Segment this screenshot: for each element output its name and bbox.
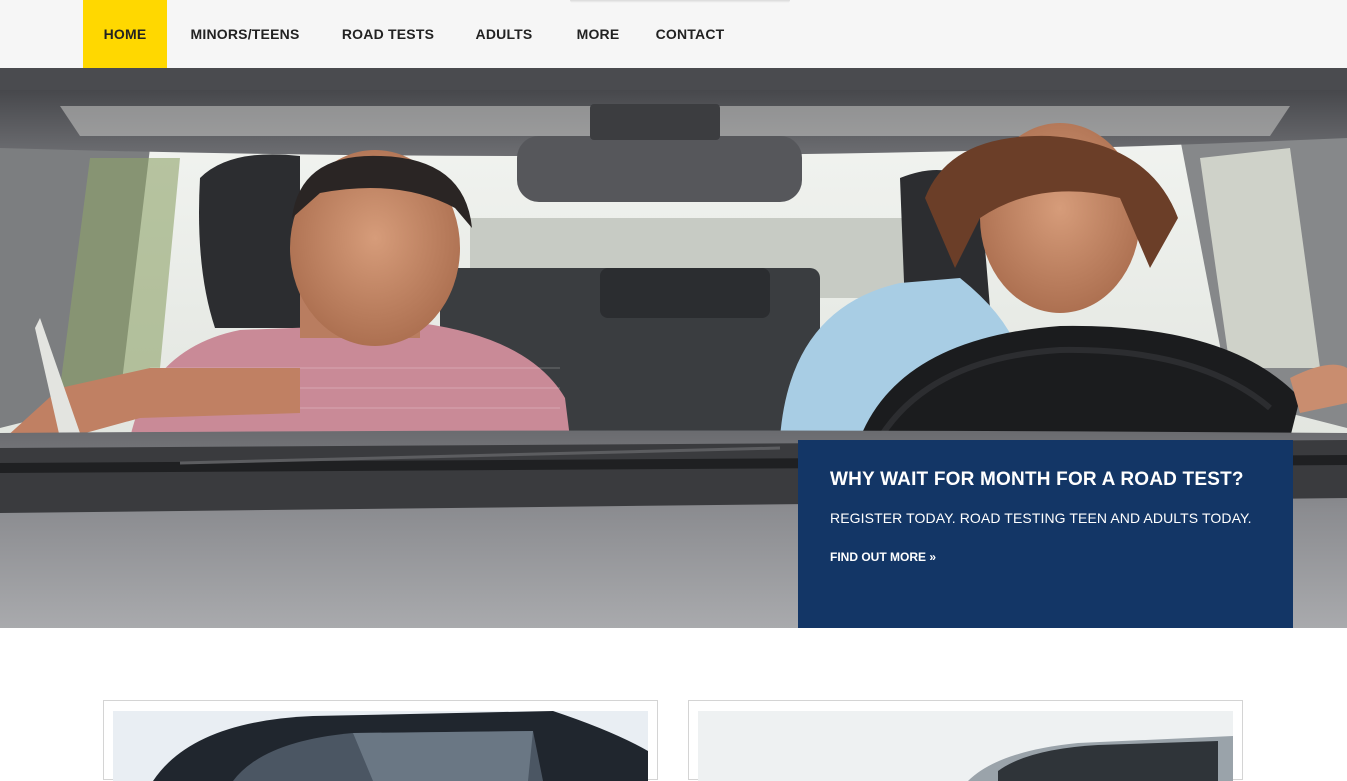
nav-menu: HOME MINORS/TEENS ROAD TESTS ADULTS MORE…: [83, 0, 725, 68]
feature-card[interactable]: [103, 700, 658, 781]
card-image: [113, 711, 648, 781]
nav-item-road-tests[interactable]: ROAD TESTS: [323, 0, 453, 68]
find-out-more-link[interactable]: FIND OUT MORE »: [830, 550, 936, 564]
nav-item-adults[interactable]: ADULTS: [453, 0, 555, 68]
card-image: [698, 711, 1233, 781]
hero-banner: WHY WAIT FOR MONTH FOR A ROAD TEST? REGI…: [0, 68, 1347, 628]
nav-item-more[interactable]: MORE: [555, 0, 641, 68]
feature-card[interactable]: [688, 700, 1243, 781]
hero-callout-box: WHY WAIT FOR MONTH FOR A ROAD TEST? REGI…: [798, 440, 1293, 628]
nav-item-home[interactable]: HOME: [83, 0, 167, 68]
nav-item-minors-teens[interactable]: MINORS/TEENS: [167, 0, 323, 68]
top-navigation: HOME MINORS/TEENS ROAD TESTS ADULTS MORE…: [0, 0, 1347, 69]
hero-subtext: REGISTER TODAY. ROAD TESTING TEEN AND AD…: [830, 510, 1252, 526]
nav-item-contact[interactable]: CONTACT: [655, 0, 725, 68]
hero-heading: WHY WAIT FOR MONTH FOR A ROAD TEST?: [830, 469, 1244, 490]
